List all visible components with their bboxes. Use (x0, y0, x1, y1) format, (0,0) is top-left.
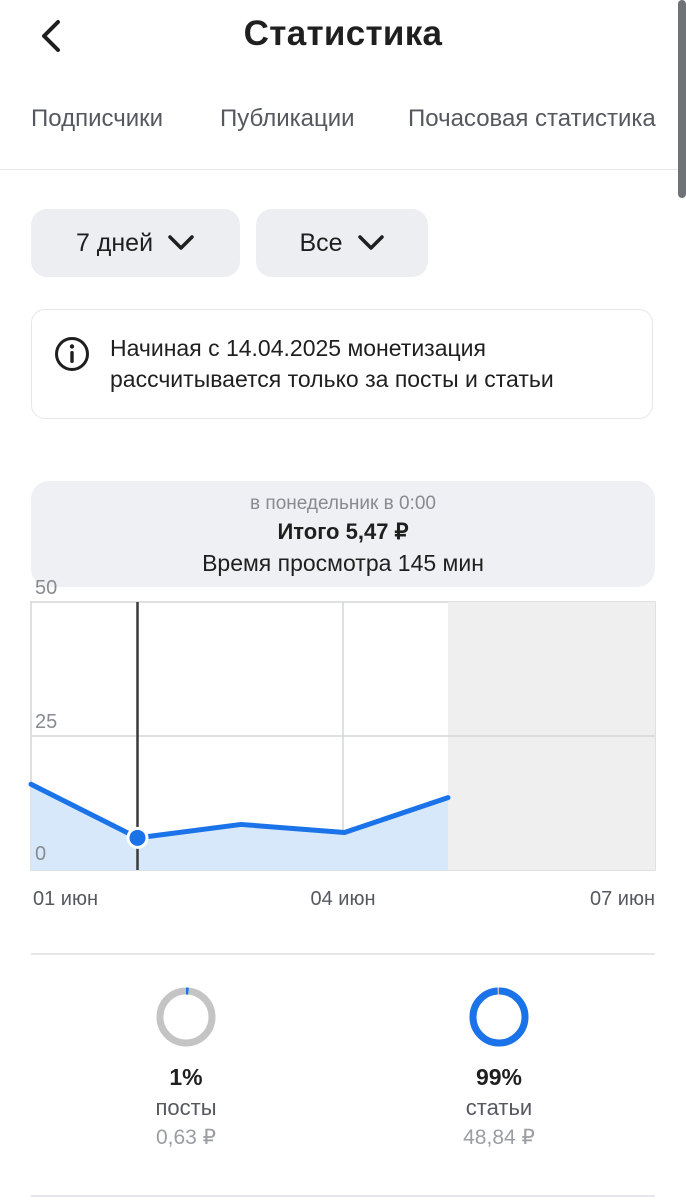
tab-subscribers[interactable]: Подписчики (31, 105, 163, 133)
period-dropdown[interactable]: 7 дней (31, 209, 240, 277)
posts-label: посты (155, 1095, 217, 1120)
articles-donut (469, 987, 529, 1047)
scrollbar[interactable] (678, 0, 686, 198)
type-dropdown[interactable]: Все (256, 209, 428, 277)
x-tick-label: 01 июн (33, 888, 98, 910)
y-tick-label: 25 (35, 711, 57, 733)
type-value: Все (299, 228, 343, 257)
articles-percent: 99% (475, 1064, 523, 1090)
notice-text: Начиная с 14.04.2025 монетизация рассчит… (110, 335, 554, 392)
donut-share-arc (469, 987, 529, 1047)
monetization-notice: Начиная с 14.04.2025 монетизация рассчит… (31, 309, 653, 419)
period-value: 7 дней (75, 228, 154, 257)
articles-label: статьи (465, 1095, 533, 1120)
y-tick-label: 0 (35, 843, 46, 865)
tab-publications[interactable]: Публикации (220, 105, 355, 133)
x-tick-label: 04 июн (310, 888, 375, 910)
tooltip-date: в понедельник в 0:00 (250, 493, 436, 514)
donut-track (156, 987, 216, 1047)
header: Статистика (0, 0, 686, 70)
y-tick-label: 50 (35, 577, 57, 599)
selected-point (129, 829, 146, 846)
page-title: Статистика (243, 14, 443, 53)
tab-bar: Подписчики Публикации Почасовая статисти… (0, 95, 686, 170)
tab-hourly-stats[interactable]: Почасовая статистика (408, 105, 656, 133)
divider (31, 953, 655, 955)
chevron-down-icon (168, 235, 194, 250)
posts-amount: 0,63 ₽ (155, 1126, 217, 1149)
tooltip-total: Итого 5,47 ₽ (277, 519, 409, 544)
breakdown-posts: 1% посты 0,63 ₽ (86, 985, 286, 1150)
earnings-chart[interactable]: 50 25 0 01 июн 04 июн 07 июн (0, 570, 686, 920)
x-tick-label: 07 июн (590, 888, 655, 910)
posts-percent: 1% (169, 1064, 203, 1090)
divider (31, 1195, 655, 1197)
articles-amount: 48,84 ₽ (463, 1126, 535, 1149)
breakdown-articles: 99% статьи 48,84 ₽ (399, 985, 599, 1150)
posts-donut (156, 987, 216, 1047)
info-icon (55, 337, 89, 371)
chevron-down-icon (357, 235, 384, 250)
